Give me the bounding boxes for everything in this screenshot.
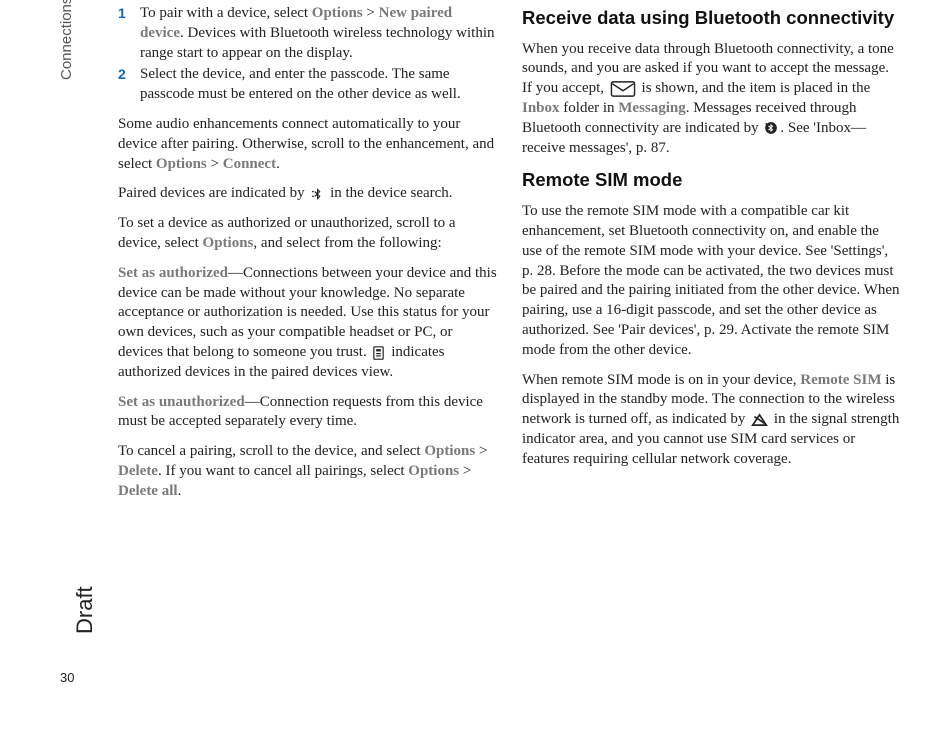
right-column: Receive data using Bluetooth connectivit… <box>522 4 902 512</box>
text: > <box>459 463 471 479</box>
text: > <box>475 443 487 459</box>
heading-remote-sim: Remote SIM mode <box>522 168 902 192</box>
options-label: Options <box>203 235 254 251</box>
paragraph: Paired devices are indicated by in the d… <box>118 184 498 204</box>
step-body: To pair with a device, select Options > … <box>140 4 498 63</box>
heading-receive-data: Receive data using Bluetooth connectivit… <box>522 6 902 30</box>
paragraph: Set as authorized—Connections between yo… <box>118 264 498 383</box>
paragraph: Set as unauthorized—Connection requests … <box>118 393 498 433</box>
delete-label: Delete <box>118 463 158 479</box>
authorized-device-icon <box>372 346 385 360</box>
paragraph: To set a device as authorized or unautho… <box>118 214 498 254</box>
inbox-label: Inbox <box>522 100 560 116</box>
left-column: 1 To pair with a device, select Options … <box>118 4 498 512</box>
text: . <box>178 483 182 499</box>
connect-label: Connect <box>223 156 276 172</box>
envelope-icon <box>610 81 636 97</box>
bluetooth-paired-icon <box>310 187 324 201</box>
text: , and select from the following: <box>253 235 441 251</box>
set-unauthorized-label: Set as unauthorized <box>118 394 245 410</box>
draft-watermark: Draft <box>72 586 98 634</box>
paragraph: When remote SIM mode is on in your devic… <box>522 371 902 470</box>
delete-all-label: Delete all <box>118 483 178 499</box>
text: To pair with a device, select <box>140 5 312 21</box>
step-1: 1 To pair with a device, select Options … <box>118 4 498 63</box>
remote-sim-label: Remote SIM <box>800 372 881 388</box>
paragraph: To use the remote SIM mode with a compat… <box>522 202 902 360</box>
page-number: 30 <box>60 670 74 685</box>
paragraph: To cancel a pairing, scroll to the devic… <box>118 442 498 501</box>
paragraph: When you receive data through Bluetooth … <box>522 40 902 159</box>
step-2: 2 Select the device, and enter the passc… <box>118 65 498 105</box>
options-label: Options <box>408 463 459 479</box>
set-authorized-label: Set as authorized <box>118 265 228 281</box>
section-label: Connections <box>58 0 75 80</box>
text: . Devices with Bluetooth wireless techno… <box>140 25 495 61</box>
text: To cancel a pairing, scroll to the devic… <box>118 443 424 459</box>
text: in the device search. <box>326 185 452 201</box>
text: Paired devices are indicated by <box>118 185 308 201</box>
options-label: Options <box>424 443 475 459</box>
options-label: Options <box>156 156 207 172</box>
text: folder in <box>560 100 619 116</box>
no-signal-icon <box>751 413 768 427</box>
step-body: Select the device, and enter the passcod… <box>140 65 498 105</box>
step-number: 2 <box>118 65 140 105</box>
text: . If you want to cancel all pairings, se… <box>158 463 408 479</box>
options-label: Options <box>312 5 363 21</box>
text: When remote SIM mode is on in your devic… <box>522 372 800 388</box>
text: > <box>207 156 223 172</box>
step-number: 1 <box>118 4 140 63</box>
content-columns: 1 To pair with a device, select Options … <box>118 4 918 512</box>
text: . <box>276 156 280 172</box>
pairing-steps: 1 To pair with a device, select Options … <box>118 4 498 105</box>
bluetooth-message-icon <box>764 121 778 135</box>
text: is shown, and the item is placed in the <box>638 80 870 96</box>
messaging-label: Messaging <box>618 100 686 116</box>
text: > <box>363 5 379 21</box>
sidebar: Connections Draft 30 <box>0 0 110 734</box>
paragraph: Some audio enhancements connect automati… <box>118 115 498 174</box>
